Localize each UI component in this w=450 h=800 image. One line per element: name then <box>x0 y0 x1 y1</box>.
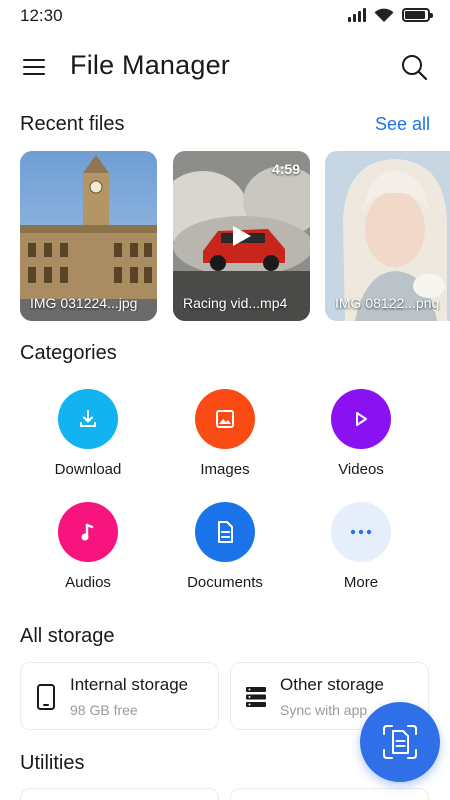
hamburger-menu-icon[interactable] <box>20 54 50 80</box>
music-note-icon <box>58 502 118 562</box>
more-dots-icon <box>331 502 391 562</box>
status-time: 12:30 <box>20 6 63 25</box>
app-bar: File Manager <box>0 40 450 94</box>
status-bar: 12:30 <box>0 0 450 32</box>
video-duration: 4:59 <box>271 161 300 177</box>
phone-icon <box>37 684 55 710</box>
internal-storage-card[interactable]: Internal storage 98 GB free <box>20 662 219 730</box>
see-all-link[interactable]: See all <box>375 114 430 135</box>
scan-document-button[interactable] <box>360 702 440 782</box>
battery-level <box>405 11 425 19</box>
storage-subtitle: 98 GB free <box>70 702 138 718</box>
all-storage-heading: All storage <box>20 625 115 647</box>
category-images[interactable]: Images <box>165 389 285 489</box>
server-icon <box>246 687 266 707</box>
recent-file-thumbnail[interactable]: IMG 08122...png <box>325 151 450 321</box>
document-icon <box>195 502 255 562</box>
recent-files-list: IMG 031224...jpg 4:59 Racing vid...mp4 I… <box>20 151 450 321</box>
recent-file-name: Racing vid...mp4 <box>183 295 288 311</box>
storage-subtitle: Sync with app <box>280 702 368 718</box>
category-videos[interactable]: Videos <box>301 389 421 489</box>
utility-card[interactable] <box>20 788 219 800</box>
recent-file-name: IMG 031224...jpg <box>30 295 138 311</box>
download-icon <box>58 389 118 449</box>
recent-files-heading: Recent files <box>20 113 125 135</box>
recent-file-thumbnail[interactable]: 4:59 Racing vid...mp4 <box>173 151 310 321</box>
scan-document-icon <box>383 725 417 759</box>
utility-card[interactable] <box>230 788 429 800</box>
signal-icon <box>348 8 366 22</box>
recent-file-thumbnail[interactable]: IMG 031224...jpg <box>20 151 157 321</box>
page-title: File Manager <box>70 50 230 80</box>
search-icon[interactable] <box>398 51 430 83</box>
category-label: Images <box>200 461 250 478</box>
category-documents[interactable]: Documents <box>165 502 285 602</box>
category-label: Documents <box>187 574 263 591</box>
category-more[interactable]: More <box>301 502 421 602</box>
wifi-icon <box>374 8 394 22</box>
categories-heading: Categories <box>20 342 117 364</box>
utilities-heading: Utilities <box>20 752 85 774</box>
status-icons <box>348 7 433 23</box>
category-label: Audios <box>65 574 111 591</box>
recent-file-name: IMG 08122...png <box>335 295 440 311</box>
category-label: Videos <box>338 461 384 478</box>
category-label: Download <box>54 461 122 478</box>
category-download[interactable]: Download <box>28 389 148 489</box>
play-icon <box>331 389 391 449</box>
category-label: More <box>343 574 379 591</box>
storage-title: Internal storage <box>70 675 189 694</box>
battery-icon <box>402 8 433 22</box>
image-icon <box>195 389 255 449</box>
category-audios[interactable]: Audios <box>28 502 148 602</box>
storage-title: Other storage <box>280 675 384 694</box>
play-icon <box>233 226 251 246</box>
